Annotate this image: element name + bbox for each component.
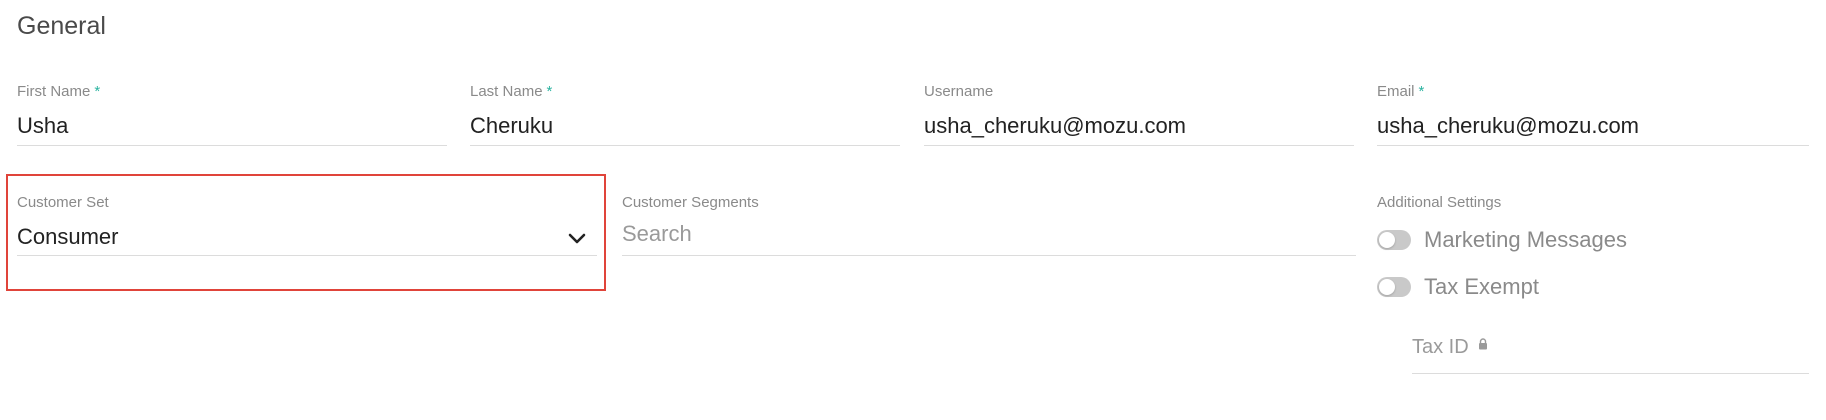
- first-name-value[interactable]: Usha: [17, 113, 447, 139]
- field-underline: [470, 145, 900, 146]
- required-mark: *: [94, 83, 101, 100]
- customer-set-label: Customer Set: [17, 194, 109, 211]
- customer-segments-search-input[interactable]: Search: [622, 221, 1356, 247]
- tax-exempt-label: Tax Exempt: [1424, 274, 1539, 299]
- section-title: General: [17, 12, 106, 40]
- chevron-down-icon[interactable]: [567, 232, 587, 246]
- first-name-label: First Name *: [17, 83, 101, 100]
- customer-set-select[interactable]: Customer Set Consumer: [17, 194, 597, 258]
- first-name-field[interactable]: First Name * Usha: [17, 83, 447, 148]
- marketing-messages-toggle[interactable]: [1377, 230, 1411, 250]
- field-underline: [924, 145, 1354, 146]
- field-underline: [1377, 145, 1809, 146]
- username-label: Username: [924, 83, 994, 100]
- toggle-knob: [1379, 279, 1395, 295]
- tax-id-field[interactable]: Tax ID: [1412, 336, 1809, 374]
- field-underline: [1412, 373, 1809, 374]
- field-underline: [17, 255, 597, 256]
- username-value[interactable]: usha_cheruku@mozu.com: [924, 113, 1354, 139]
- marketing-messages-toggle-row[interactable]: Marketing Messages: [1377, 225, 1627, 255]
- email-label: Email *: [1377, 83, 1425, 100]
- last-name-label: Last Name *: [470, 83, 553, 100]
- customer-segments-label: Customer Segments: [622, 194, 759, 211]
- customer-set-value[interactable]: Consumer: [17, 224, 597, 250]
- last-name-value[interactable]: Cheruku: [470, 113, 900, 139]
- required-mark: *: [1418, 83, 1425, 100]
- marketing-messages-label: Marketing Messages: [1424, 227, 1627, 252]
- username-field[interactable]: Username usha_cheruku@mozu.com: [924, 83, 1354, 148]
- field-underline: [622, 255, 1356, 256]
- additional-settings: Additional Settings: [1377, 194, 1809, 212]
- field-underline: [17, 145, 447, 146]
- email-value[interactable]: usha_cheruku@mozu.com: [1377, 113, 1809, 139]
- customer-segments-field[interactable]: Customer Segments Search: [622, 194, 1356, 258]
- last-name-field[interactable]: Last Name * Cheruku: [470, 83, 900, 148]
- lock-icon: [1478, 337, 1487, 349]
- additional-settings-label: Additional Settings: [1377, 194, 1502, 211]
- tax-id-label: Tax ID: [1412, 336, 1809, 359]
- tax-exempt-toggle-row[interactable]: Tax Exempt: [1377, 272, 1539, 302]
- toggle-knob: [1379, 232, 1395, 248]
- tax-exempt-toggle[interactable]: [1377, 277, 1411, 297]
- required-mark: *: [546, 83, 553, 100]
- email-field[interactable]: Email * usha_cheruku@mozu.com: [1377, 83, 1809, 148]
